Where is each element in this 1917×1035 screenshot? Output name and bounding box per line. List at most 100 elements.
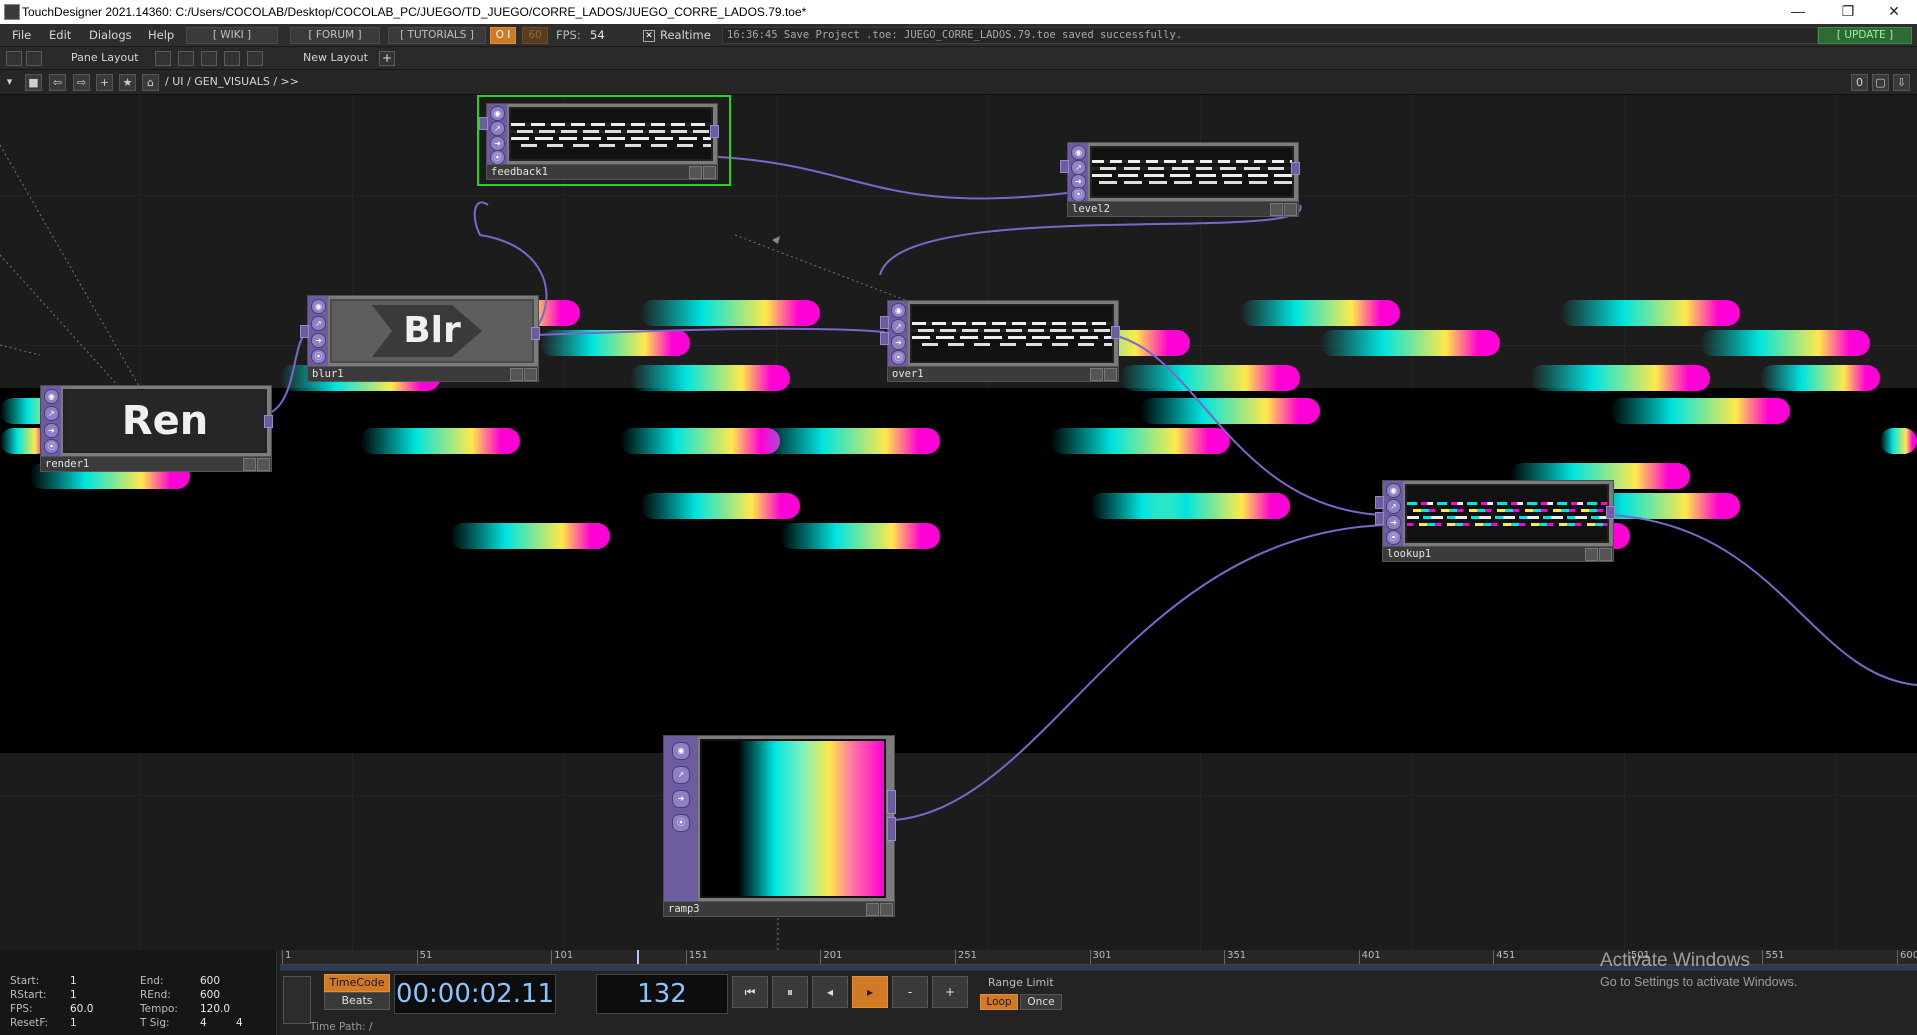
add-icon[interactable]: + — [96, 74, 113, 91]
tsig-b[interactable]: 4 — [236, 1017, 243, 1029]
node-name[interactable]: render1 — [45, 457, 89, 471]
bypass-icon[interactable]: ↗ — [672, 766, 690, 784]
node-over1[interactable]: ◉ ↗ ➜ ⦿ over1 — [880, 300, 1130, 385]
timecode-display[interactable]: 00:00:02.11 — [394, 974, 556, 1014]
bypass-icon[interactable]: ↗ — [1386, 499, 1401, 514]
step-back-button[interactable]: ◂ — [812, 976, 848, 1008]
tsig-a[interactable]: 4 — [200, 1017, 207, 1029]
start-value[interactable]: 1 — [70, 975, 77, 987]
network-editor[interactable]: ◉ ↗ ➜ ⦿ feedback1 ◉ ↗ ➜ ⦿ level2 ◉ ↗ ➜ ⦿… — [0, 95, 1917, 950]
home-icon[interactable]: ⌂ — [142, 74, 159, 91]
frame-display[interactable]: 132 — [596, 974, 728, 1014]
menu-help[interactable]: Help — [148, 28, 174, 42]
node-ramp3[interactable]: ◉ ↗ ➜ ⦿ ramp3 — [658, 735, 908, 917]
timeline-toggle[interactable] — [283, 976, 311, 1024]
node-lookup1[interactable]: ◉ ↗ ➜ ⦿ lookup1 — [1375, 480, 1625, 565]
input-connector-b[interactable] — [880, 332, 889, 345]
input-connector-b[interactable] — [1375, 512, 1384, 525]
viewer-icon[interactable]: ◉ — [1386, 483, 1401, 498]
node-blur1[interactable]: ◉ ↗ ➜ ⦿ Blr blur1 — [300, 295, 550, 385]
rend-value[interactable]: 600 — [200, 989, 220, 1001]
lock-icon[interactable]: ⦿ — [490, 150, 505, 165]
output-connector[interactable] — [1291, 162, 1300, 175]
lock-icon[interactable]: ⦿ — [672, 814, 690, 832]
input-connector-a[interactable] — [1375, 496, 1384, 509]
node-flag-plus[interactable] — [880, 903, 893, 916]
node-flag-plus[interactable] — [524, 368, 537, 381]
viewer-icon[interactable]: ◉ — [490, 106, 505, 121]
forum-button[interactable]: [ FORUM ] — [290, 27, 380, 44]
fps-target-button[interactable]: 60 — [522, 27, 548, 44]
node-name[interactable]: lookup1 — [1387, 547, 1431, 561]
bypass-icon[interactable]: ↗ — [490, 121, 505, 136]
display-icon[interactable]: ➜ — [891, 335, 906, 350]
speed-down-button[interactable]: - — [892, 976, 928, 1008]
timecode-toggle[interactable]: TimeCode — [324, 974, 390, 992]
stop-icon[interactable]: ■ — [25, 74, 42, 91]
lock-icon[interactable]: ⦿ — [311, 349, 326, 364]
viewer-icon[interactable]: ◉ — [311, 299, 326, 314]
pin-icon[interactable]: ⇩ — [1893, 74, 1910, 91]
node-flag[interactable] — [1090, 368, 1103, 381]
once-toggle[interactable]: Once — [1020, 994, 1062, 1010]
maximize-pane-icon[interactable]: ▢ — [1872, 74, 1889, 91]
speed-up-button[interactable]: + — [932, 976, 968, 1008]
resetf-value[interactable]: 1 — [70, 1017, 77, 1029]
viewer-icon[interactable]: ◉ — [891, 303, 906, 318]
node-flag[interactable] — [1270, 203, 1283, 216]
pause-button[interactable]: ⏸ — [772, 976, 808, 1008]
lock-icon[interactable]: ⦿ — [1071, 187, 1086, 202]
input-connector[interactable] — [1060, 160, 1069, 173]
oi-toggle[interactable]: O I — [490, 27, 516, 44]
node-flag[interactable] — [1585, 548, 1598, 561]
display-icon[interactable]: ➜ — [672, 790, 690, 808]
node-flag-plus[interactable] — [257, 458, 270, 471]
menu-file[interactable]: File — [12, 28, 31, 42]
tempo-value[interactable]: 120.0 — [200, 1003, 230, 1015]
play-button[interactable]: ▸ — [852, 976, 888, 1008]
display-icon[interactable]: ➜ — [1386, 515, 1401, 530]
layout-split-h-icon[interactable] — [201, 51, 217, 66]
back-icon[interactable]: ⇦ — [49, 74, 66, 91]
display-icon[interactable]: ➜ — [44, 423, 59, 438]
node-level2[interactable]: ◉ ↗ ➜ ⦿ level2 — [1060, 140, 1310, 225]
lock-icon[interactable]: ⦿ — [1386, 530, 1401, 545]
node-render1[interactable]: ◉ ↗ ➜ ⦿ Ren render1 — [33, 385, 283, 475]
bypass-icon[interactable]: ↗ — [311, 316, 326, 331]
dropdown-arrow-icon[interactable]: ▾ — [2, 74, 17, 89]
node-flag[interactable] — [689, 166, 702, 179]
output-connector-b[interactable] — [887, 817, 896, 841]
update-button[interactable]: [ UPDATE ] — [1818, 27, 1912, 44]
tutorials-button[interactable]: [ TUTORIALS ] — [388, 27, 486, 44]
rstart-value[interactable]: 1 — [70, 989, 77, 1001]
node-flag[interactable] — [866, 903, 879, 916]
viewer-icon[interactable]: ◉ — [672, 742, 690, 760]
node-name[interactable]: over1 — [892, 367, 924, 381]
wiki-button[interactable]: [ WIKI ] — [186, 27, 278, 44]
output-connector[interactable] — [710, 125, 719, 138]
display-icon[interactable]: ➜ — [490, 136, 505, 151]
pane-icon[interactable] — [6, 51, 22, 66]
end-value[interactable]: 600 — [200, 975, 220, 987]
layout-four-icon[interactable] — [247, 51, 263, 66]
node-flag[interactable] — [510, 368, 523, 381]
rewind-to-start-button[interactable]: ⏮ — [732, 976, 768, 1008]
node-name[interactable]: level2 — [1072, 202, 1110, 216]
node-flag-plus[interactable] — [703, 166, 716, 179]
realtime-checkbox[interactable]: ✕ — [643, 30, 655, 42]
node-flag-plus[interactable] — [1104, 368, 1117, 381]
layout-split-v-icon[interactable] — [178, 51, 194, 66]
node-flag-plus[interactable] — [1284, 203, 1297, 216]
output-connector[interactable] — [1606, 506, 1615, 519]
new-layout-label[interactable]: New Layout — [303, 51, 368, 64]
output-connector[interactable] — [1111, 326, 1120, 339]
node-name[interactable]: feedback1 — [491, 165, 548, 179]
minimize-button[interactable]: — — [1775, 0, 1821, 24]
bypass-icon[interactable]: ↗ — [1071, 160, 1086, 175]
node-flag-plus[interactable] — [1599, 548, 1612, 561]
output-connector[interactable] — [887, 790, 896, 814]
forward-icon[interactable]: ⇨ — [73, 74, 90, 91]
beats-toggle[interactable]: Beats — [324, 992, 390, 1010]
maximize-button[interactable]: ❐ — [1825, 0, 1871, 24]
menu-dialogs[interactable]: Dialogs — [89, 28, 132, 42]
